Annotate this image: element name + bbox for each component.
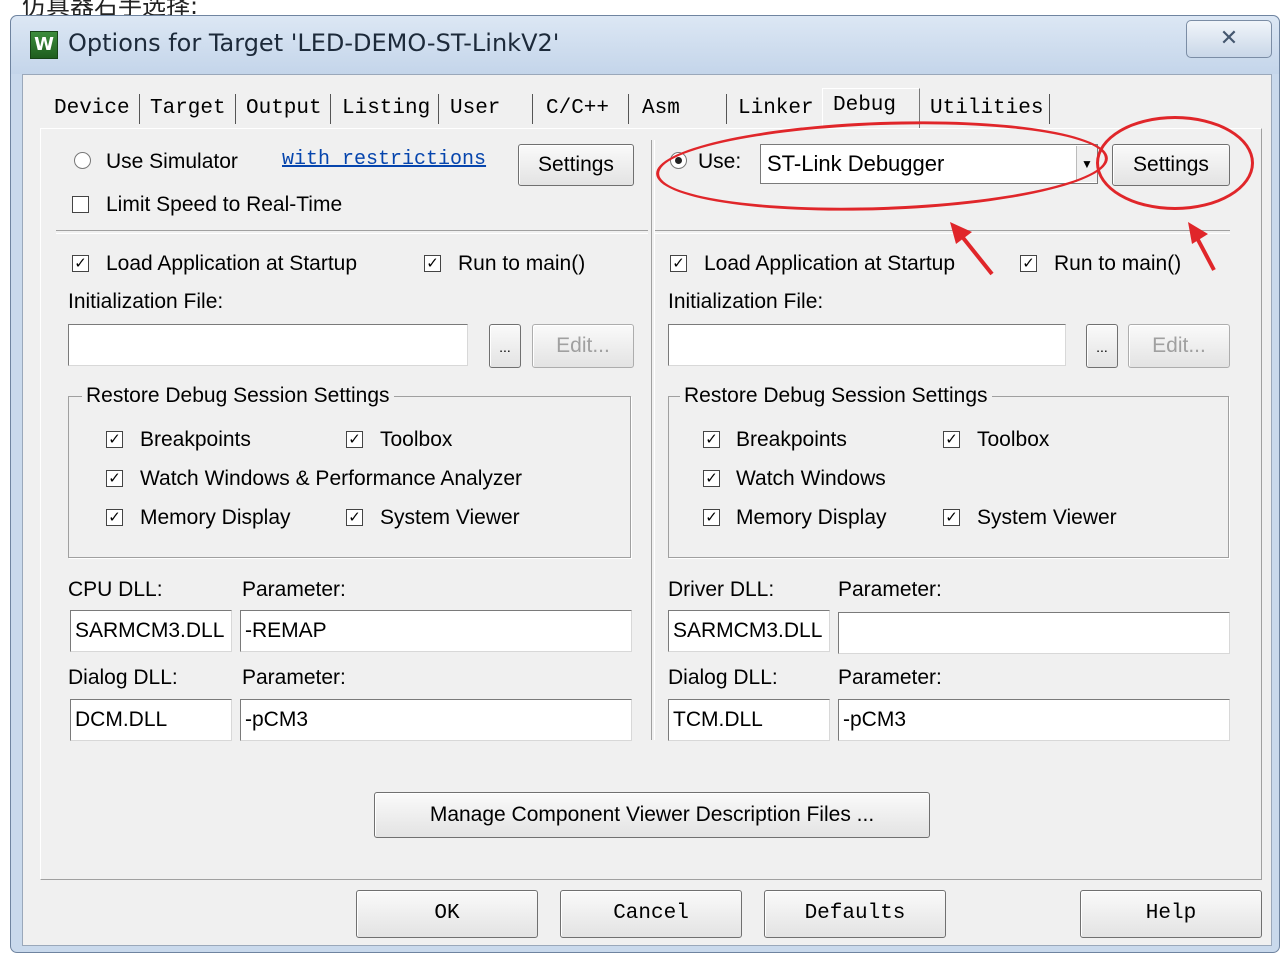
driver-dll-label: Driver DLL: [668,578,775,601]
cancel-button[interactable]: Cancel [560,890,742,938]
tab-user[interactable]: User [444,93,506,125]
manage-component-viewer-button[interactable]: Manage Component Viewer Description File… [374,792,930,838]
caption-strip: 仿真器右手选择: [0,0,1284,16]
watch-windows-checkbox[interactable]: ✓ [106,470,123,487]
annotation-arrow-icon [1188,222,1216,271]
memory-display-checkbox[interactable]: ✓ [106,509,123,526]
watch-windows-label: Watch Windows & Performance Analyzer [140,467,523,490]
use-simulator-label: Use Simulator [106,150,238,173]
dialog-param-input-right[interactable]: -pCM3 [838,699,1230,741]
system-viewer-checkbox-right[interactable]: ✓ [943,509,960,526]
toolbox-label: Toolbox [380,428,453,451]
watch-windows-label-right: Watch Windows [736,467,886,490]
memory-display-label-right: Memory Display [736,506,887,529]
dialog-dll-input[interactable]: DCM.DLL [70,699,232,741]
load-app-checkbox[interactable]: ✓ [72,255,89,272]
run-to-main-checkbox-right[interactable]: ✓ [1020,255,1037,272]
run-to-main-label: Run to main() [458,252,586,275]
tab-listing[interactable]: Listing [336,93,436,125]
tab-cpp[interactable]: C/C++ [540,93,615,125]
toolbox-checkbox[interactable]: ✓ [346,431,363,448]
help-button[interactable]: Help [1080,890,1262,938]
driver-param-label: Parameter: [838,578,942,601]
limit-speed-checkbox[interactable] [72,196,89,213]
system-viewer-label: System Viewer [380,506,520,529]
tab-separator [330,94,331,124]
breakpoints-checkbox[interactable]: ✓ [106,431,123,448]
restore-session-title-right: Restore Debug Session Settings [680,384,992,408]
dialog-dll-label: Dialog DLL: [68,666,178,689]
system-viewer-checkbox[interactable]: ✓ [346,509,363,526]
tab-separator [726,94,727,124]
tab-separator [139,94,140,124]
annotation-arrow-icon [950,222,994,276]
run-to-main-label-right: Run to main() [1054,252,1182,275]
restore-session-title: Restore Debug Session Settings [82,384,394,408]
uvision-app-icon: W [30,31,58,59]
breakpoints-label: Breakpoints [140,428,251,451]
load-app-label: Load Application at Startup [106,252,358,275]
caption-text: 仿真器右手选择: [22,0,199,16]
tab-separator [235,94,236,124]
tab-separator [628,94,629,124]
memory-display-checkbox-right[interactable]: ✓ [703,509,720,526]
close-button[interactable]: ✕ [1186,20,1272,58]
driver-param-input[interactable] [838,612,1230,654]
load-app-checkbox-right[interactable]: ✓ [670,255,687,272]
restrictions-link[interactable]: with restrictions [282,148,486,171]
init-file-edit-button[interactable]: Edit... [532,324,634,368]
dialog-title: Options for Target 'LED-DEMO-ST-LinkV2' [68,29,560,57]
defaults-button[interactable]: Defaults [764,890,946,938]
tab-separator [1049,94,1050,124]
tab-device[interactable]: Device [48,93,136,125]
breakpoints-checkbox-right[interactable]: ✓ [703,431,720,448]
init-file-label-right: Initialization File: [668,290,824,313]
use-simulator-radio[interactable] [74,152,91,169]
init-file-label: Initialization File: [68,290,224,313]
tab-target[interactable]: Target [144,93,232,125]
init-file-browse-button[interactable]: ... [489,324,521,368]
tab-asm[interactable]: Asm [636,93,686,125]
dialog-param-label-right: Parameter: [838,666,942,689]
toolbox-checkbox-right[interactable]: ✓ [943,431,960,448]
breakpoints-label-right: Breakpoints [736,428,847,451]
limit-speed-label: Limit Speed to Real-Time [106,193,343,216]
run-to-main-checkbox[interactable]: ✓ [424,255,441,272]
driver-dll-input[interactable]: SARMCM3.DLL [668,610,830,652]
ok-button[interactable]: OK [356,890,538,938]
cpu-param-input[interactable]: -REMAP [240,610,632,652]
tab-separator [438,94,439,124]
simulator-settings-button[interactable]: Settings [518,144,634,186]
dialog-dll-input-right[interactable]: TCM.DLL [668,699,830,741]
section-separator [56,230,648,234]
annotation-ellipse-settings [1096,116,1254,210]
system-viewer-label-right: System Viewer [977,506,1117,529]
cpu-dll-label: CPU DLL: [68,578,163,601]
init-file-browse-button-right[interactable]: ... [1086,324,1118,368]
tab-linker[interactable]: Linker [732,93,820,125]
cpu-param-label: Parameter: [242,578,346,601]
init-file-input-right[interactable] [668,324,1066,366]
load-app-label-right: Load Application at Startup [704,252,956,275]
tab-separator [532,94,533,124]
watch-windows-checkbox-right[interactable]: ✓ [703,470,720,487]
dialog-param-input[interactable]: -pCM3 [240,699,632,741]
toolbox-label-right: Toolbox [977,428,1050,451]
tab-output[interactable]: Output [240,93,328,125]
dialog-param-label: Parameter: [242,666,346,689]
init-file-input[interactable] [68,324,468,366]
memory-display-label: Memory Display [140,506,291,529]
init-file-edit-button-right[interactable]: Edit... [1128,324,1230,368]
dialog-dll-label-right: Dialog DLL: [668,666,778,689]
cpu-dll-input[interactable]: SARMCM3.DLL [70,610,232,652]
tab-utilities[interactable]: Utilities [924,93,1049,125]
